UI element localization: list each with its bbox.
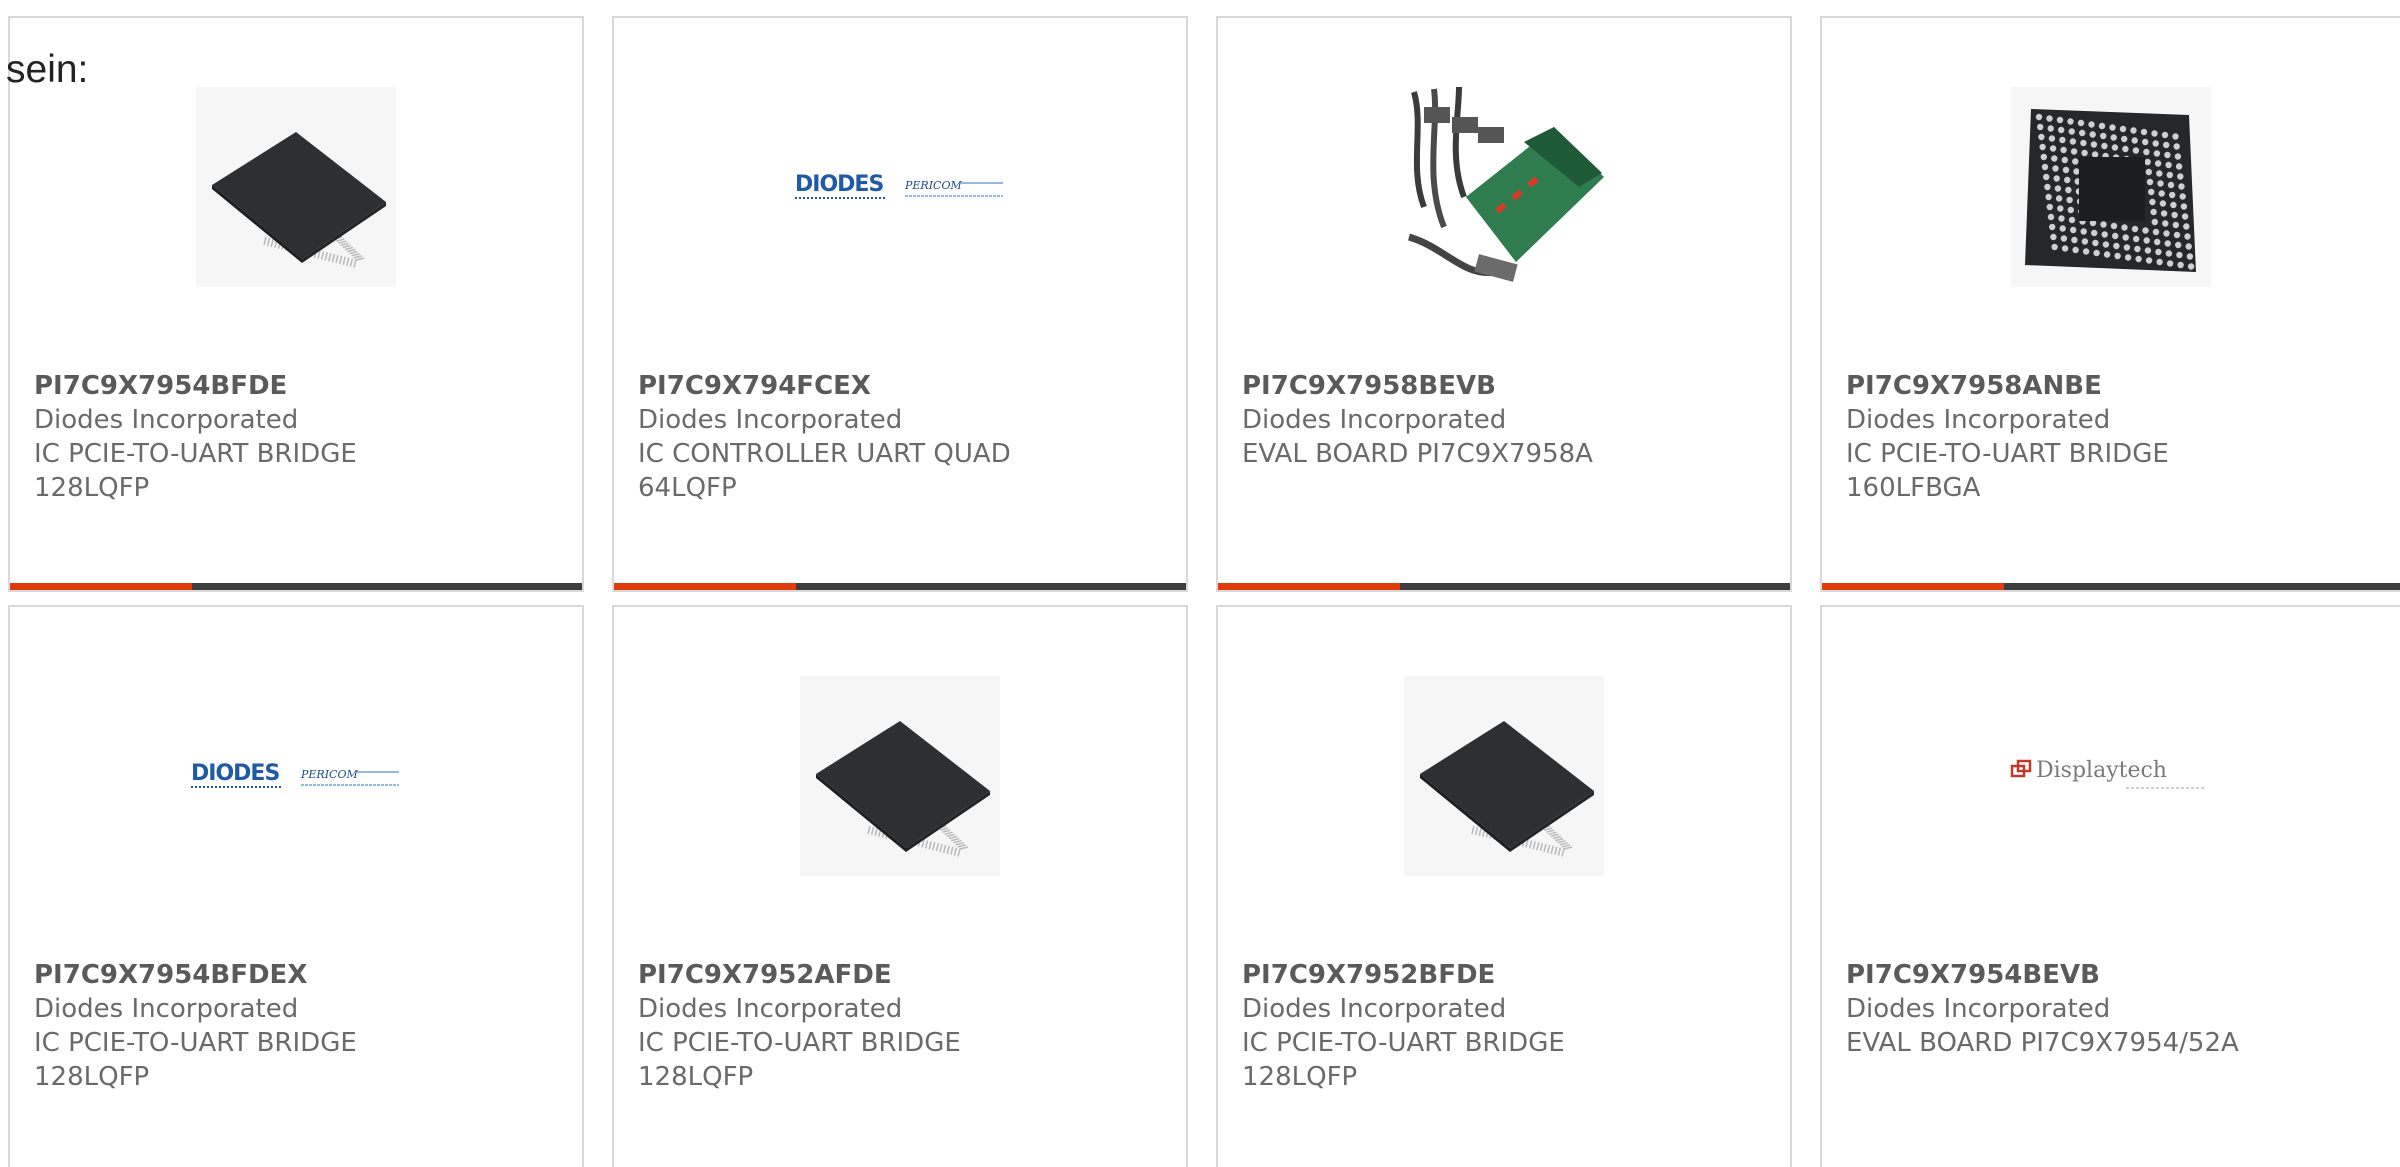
displaytech-logo-icon: Displaytech bbox=[2010, 758, 2206, 789]
qfp-chip-icon bbox=[1404, 676, 1604, 876]
svg-text:Displaytech: Displaytech bbox=[2036, 758, 2167, 783]
product-card[interactable]: PI7C9X7958BEVB Diodes Incorporated EVAL … bbox=[1216, 16, 1792, 592]
product-image[interactable] bbox=[1218, 676, 1790, 876]
product-card[interactable]: DIODES PERICOM PI7C9X794FCEX Diodes Inco… bbox=[612, 16, 1188, 592]
description: EVAL BOARD PI7C9X7958A bbox=[1242, 439, 1593, 469]
package: 128LQFP bbox=[638, 1062, 754, 1092]
diodes-pericom-logo-icon: DIODES PERICOM bbox=[191, 761, 399, 788]
card-accent-bar bbox=[1218, 583, 1400, 590]
part-number[interactable]: PI7C9X7958BEVB bbox=[1242, 369, 1766, 403]
manufacturer: Diodes Incorporated bbox=[34, 405, 299, 435]
card-accent-bar bbox=[614, 583, 796, 590]
product-card[interactable]: Displaytech PI7C9X7954BEVB Diodes Incorp… bbox=[1820, 605, 2400, 1167]
eval-board-icon bbox=[1404, 87, 1604, 287]
description: IC CONTROLLER UART QUAD bbox=[638, 439, 1011, 469]
card-accent-bar bbox=[10, 583, 192, 590]
product-card[interactable]: PI7C9X7952AFDE Diodes Incorporated IC PC… bbox=[612, 605, 1188, 1167]
package: 64LQFP bbox=[638, 473, 737, 503]
part-number[interactable]: PI7C9X7954BFDEX bbox=[34, 958, 558, 992]
product-card[interactable]: PI7C9X7954BFDE Diodes Incorporated IC PC… bbox=[8, 16, 584, 592]
manufacturer: Diodes Incorporated bbox=[1242, 405, 1507, 435]
card-bottom-bar bbox=[10, 583, 582, 590]
manufacturer: Diodes Incorporated bbox=[34, 994, 299, 1024]
product-image[interactable] bbox=[614, 676, 1186, 876]
product-card[interactable]: DIODES PERICOM PI7C9X7954BFDEX Diodes In… bbox=[8, 605, 584, 1167]
package: 128LQFP bbox=[1242, 1062, 1358, 1092]
product-image[interactable] bbox=[1218, 87, 1790, 287]
product-image[interactable]: DIODES PERICOM bbox=[10, 676, 582, 876]
part-number[interactable]: PI7C9X7952BFDE bbox=[1242, 958, 1766, 992]
manufacturer: Diodes Incorporated bbox=[1846, 994, 2111, 1024]
product-image[interactable] bbox=[10, 87, 582, 287]
intro-text: sein: bbox=[6, 48, 89, 91]
svg-text:DIODES: DIODES bbox=[191, 761, 279, 786]
package: 128LQFP bbox=[34, 473, 150, 503]
description: IC PCIE-TO-UART BRIDGE bbox=[638, 1028, 961, 1058]
manufacturer: Diodes Incorporated bbox=[638, 994, 903, 1024]
description: IC PCIE-TO-UART BRIDGE bbox=[34, 1028, 357, 1058]
part-number[interactable]: PI7C9X7958ANBE bbox=[1846, 369, 2376, 403]
product-card[interactable]: PI7C9X7958ANBE Diodes Incorporated IC PC… bbox=[1820, 16, 2400, 592]
product-card[interactable]: PI7C9X7952BFDE Diodes Incorporated IC PC… bbox=[1216, 605, 1792, 1167]
part-number[interactable]: PI7C9X7954BEVB bbox=[1846, 958, 2376, 992]
part-number[interactable]: PI7C9X794FCEX bbox=[638, 369, 1162, 403]
manufacturer: Diodes Incorporated bbox=[1242, 994, 1507, 1024]
product-image[interactable]: Displaytech bbox=[1822, 676, 2400, 876]
card-bottom-bar bbox=[1822, 583, 2400, 590]
card-bottom-bar bbox=[614, 583, 1186, 590]
card-bottom-bar bbox=[1218, 583, 1790, 590]
bga-chip-icon bbox=[2011, 87, 2211, 287]
product-image[interactable]: DIODES PERICOM bbox=[614, 87, 1186, 287]
part-number[interactable]: PI7C9X7952AFDE bbox=[638, 958, 1162, 992]
qfp-chip-icon bbox=[800, 676, 1000, 876]
description: IC PCIE-TO-UART BRIDGE bbox=[34, 439, 357, 469]
package: 160LFBGA bbox=[1846, 473, 1981, 503]
description: IC PCIE-TO-UART BRIDGE bbox=[1846, 439, 2169, 469]
svg-text:DIODES: DIODES bbox=[795, 172, 883, 197]
qfp-chip-icon bbox=[196, 87, 396, 287]
card-accent-bar bbox=[1822, 583, 2004, 590]
svg-text:PERICOM: PERICOM bbox=[300, 768, 358, 781]
description: EVAL BOARD PI7C9X7954/52A bbox=[1846, 1028, 2239, 1058]
description: IC PCIE-TO-UART BRIDGE bbox=[1242, 1028, 1565, 1058]
diodes-pericom-logo-icon: DIODES PERICOM bbox=[795, 172, 1003, 199]
product-grid-page: sein: PI7C9X7954BFDE Diodes Incorporated… bbox=[0, 0, 2400, 1167]
package: 128LQFP bbox=[34, 1062, 150, 1092]
product-image[interactable] bbox=[1822, 87, 2400, 287]
part-number[interactable]: PI7C9X7954BFDE bbox=[34, 369, 558, 403]
manufacturer: Diodes Incorporated bbox=[1846, 405, 2111, 435]
manufacturer: Diodes Incorporated bbox=[638, 405, 903, 435]
svg-text:PERICOM: PERICOM bbox=[904, 179, 962, 192]
